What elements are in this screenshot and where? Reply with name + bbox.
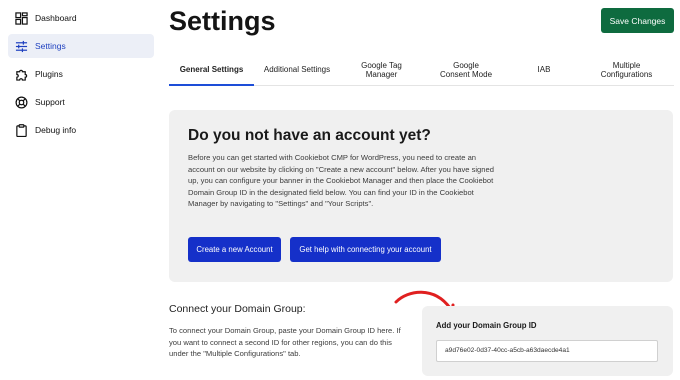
sidebar-item-label: Dashboard xyxy=(35,13,77,23)
tab-google-tag-manager[interactable]: Google Tag Manager xyxy=(340,54,423,85)
puzzle-icon xyxy=(15,68,28,81)
clipboard-icon xyxy=(15,123,28,137)
page-title: Settings xyxy=(169,6,276,36)
connect-domain-group-section: Connect your Domain Group: To connect yo… xyxy=(169,303,409,360)
dashboard-icon xyxy=(15,11,28,25)
domain-group-heading: Connect your Domain Group: xyxy=(169,303,306,315)
sidebar-item-label: Debug info xyxy=(35,125,77,135)
sidebar-item-plugins[interactable]: Plugins xyxy=(8,62,154,86)
account-card-description: Before you can get started with Cookiebo… xyxy=(188,153,494,209)
sidebar-item-label: Support xyxy=(35,97,65,107)
tab-iab[interactable]: IAB xyxy=(509,54,579,85)
sliders-icon xyxy=(15,40,28,53)
sidebar-item-support[interactable]: Support xyxy=(8,90,154,114)
lifebuoy-icon xyxy=(15,96,28,109)
domain-group-id-input[interactable] xyxy=(436,339,658,362)
tab-multiple-configurations[interactable]: Multiple Configurations xyxy=(579,54,674,85)
tab-general-settings[interactable]: General Settings xyxy=(169,54,254,86)
create-account-button[interactable]: Create a new Account xyxy=(188,237,281,262)
connect-help-button[interactable]: Get help with connecting your account xyxy=(290,237,441,262)
domain-group-id-label: Add your Domain Group ID xyxy=(436,321,537,330)
sidebar-item-label: Settings xyxy=(35,41,66,51)
sidebar: Dashboard Settings Plugins Support Debug… xyxy=(0,0,160,380)
tab-google-consent-mode[interactable]: Google Consent Mode xyxy=(423,54,509,85)
save-changes-button[interactable]: Save Changes xyxy=(601,8,674,33)
domain-group-description: To connect your Domain Group, paste your… xyxy=(169,326,401,358)
sidebar-item-label: Plugins xyxy=(35,69,63,79)
account-card-actions: Create a new Account Get help with conne… xyxy=(188,237,441,262)
sidebar-item-dashboard[interactable]: Dashboard xyxy=(8,6,154,30)
tab-additional-settings[interactable]: Additional Settings xyxy=(254,54,340,85)
create-account-card: Do you not have an account yet? Before y… xyxy=(169,110,673,282)
domain-group-id-card: Add your Domain Group ID xyxy=(422,306,673,376)
account-card-heading: Do you not have an account yet? xyxy=(188,127,431,144)
main-content: Settings Save Changes General Settings A… xyxy=(160,0,680,380)
sidebar-item-debug-info[interactable]: Debug info xyxy=(8,118,154,142)
sidebar-item-settings[interactable]: Settings xyxy=(8,34,154,58)
settings-tabs: General Settings Additional Settings Goo… xyxy=(169,54,674,86)
